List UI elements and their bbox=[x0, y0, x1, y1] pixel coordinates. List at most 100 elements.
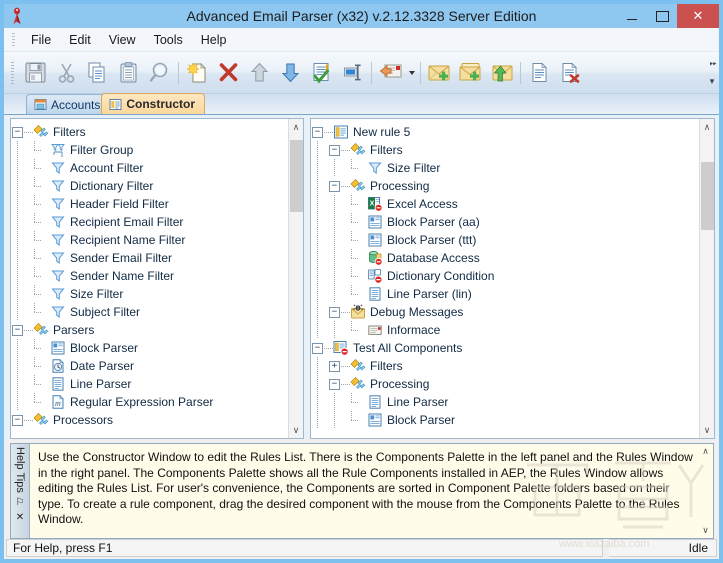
collapse-toggle-icon[interactable]: − bbox=[11, 411, 24, 429]
palette-scroll-up-button[interactable]: ∧ bbox=[290, 120, 303, 134]
tree-item[interactable]: − Filters bbox=[11, 123, 288, 141]
copy-icon[interactable] bbox=[82, 57, 113, 89]
tree-item[interactable]: Dictionary Condition bbox=[311, 267, 699, 285]
collapse-toggle-icon[interactable]: − bbox=[311, 123, 324, 141]
rules-scroll-up-button[interactable]: ∧ bbox=[701, 120, 714, 134]
tree-connector bbox=[28, 177, 41, 195]
rules-vertical-scrollbar[interactable]: ∧ ∨ bbox=[699, 119, 714, 438]
find-icon[interactable] bbox=[144, 57, 175, 89]
reply-mail-icon[interactable] bbox=[375, 57, 406, 89]
reply-dropdown-caret-icon[interactable] bbox=[406, 57, 417, 89]
help-scroll-up-button[interactable]: ∧ bbox=[702, 446, 709, 457]
tree-item[interactable]: Size Filter bbox=[311, 159, 699, 177]
palette-scroll-down-button[interactable]: ∨ bbox=[290, 423, 303, 437]
tree-item[interactable]: m Regular Expression Parser bbox=[11, 393, 288, 411]
add-mail-folder-icon[interactable] bbox=[455, 57, 486, 89]
tree-item[interactable]: Header Field Filter bbox=[11, 195, 288, 213]
tree-item[interactable]: − Debug Messages bbox=[311, 303, 699, 321]
collapse-toggle-icon[interactable]: − bbox=[328, 141, 341, 159]
tree-item[interactable]: Block Parser (ttt) bbox=[311, 231, 699, 249]
tree-connector bbox=[324, 347, 333, 349]
tree-item[interactable]: − Processors bbox=[11, 411, 288, 429]
tree-indent bbox=[11, 141, 28, 159]
tree-item-label: Filters bbox=[370, 359, 403, 373]
collapse-toggle-icon[interactable]: − bbox=[311, 339, 324, 357]
menu-item-file[interactable]: File bbox=[22, 30, 60, 50]
paste-icon[interactable] bbox=[113, 57, 144, 89]
pin-icon[interactable]: ⚐ bbox=[16, 497, 25, 508]
tree-item[interactable]: Recipient Email Filter bbox=[11, 213, 288, 231]
move-up-icon[interactable] bbox=[244, 57, 275, 89]
tree-item[interactable]: Account Filter bbox=[11, 159, 288, 177]
toolbar-overflow-button[interactable]: ‣‣ ▾ bbox=[705, 56, 719, 90]
minimize-button[interactable] bbox=[617, 4, 647, 28]
delete-icon[interactable] bbox=[213, 57, 244, 89]
tree-indent bbox=[311, 303, 328, 321]
move-down-icon[interactable] bbox=[275, 57, 306, 89]
filter-group-icon bbox=[50, 142, 66, 158]
document-icon[interactable] bbox=[524, 57, 555, 89]
rules-scroll-track[interactable] bbox=[700, 134, 714, 423]
palette-scroll-track[interactable] bbox=[289, 134, 303, 423]
tree-item[interactable]: Sender Name Filter bbox=[11, 267, 288, 285]
components-palette-tree[interactable]: − Filters Filter Group Account Filter Dictio… bbox=[11, 119, 288, 438]
test-document-icon[interactable] bbox=[306, 57, 337, 89]
help-tips-scrollbar[interactable]: ∧ ∨ bbox=[698, 444, 713, 538]
tree-item[interactable]: + Filters bbox=[311, 357, 699, 375]
tree-item[interactable]: − Test All Components bbox=[311, 339, 699, 357]
import-mail-icon[interactable] bbox=[486, 57, 517, 89]
menu-drag-grip[interactable] bbox=[12, 33, 15, 46]
tree-item[interactable]: Date Parser bbox=[11, 357, 288, 375]
cut-icon[interactable] bbox=[51, 57, 82, 89]
rules-scroll-down-button[interactable]: ∨ bbox=[701, 423, 714, 437]
collapse-toggle-icon[interactable]: − bbox=[11, 123, 24, 141]
save-icon[interactable] bbox=[20, 57, 51, 89]
palette-scroll-thumb[interactable] bbox=[289, 140, 303, 212]
tree-item[interactable]: − Parsers bbox=[11, 321, 288, 339]
tree-item[interactable]: Recipient Name Filter bbox=[11, 231, 288, 249]
tree-item[interactable]: Block Parser (aa) bbox=[311, 213, 699, 231]
tree-item[interactable]: Block Parser bbox=[311, 411, 699, 429]
tree-item[interactable]: Line Parser bbox=[11, 375, 288, 393]
rename-icon[interactable] bbox=[337, 57, 368, 89]
add-mail-icon[interactable] bbox=[424, 57, 455, 89]
collapse-toggle-icon[interactable]: − bbox=[11, 321, 24, 339]
toolbar-drag-grip[interactable] bbox=[11, 61, 14, 84]
tree-item[interactable]: Sender Email Filter bbox=[11, 249, 288, 267]
tree-item[interactable]: Size Filter bbox=[11, 285, 288, 303]
close-icon[interactable]: ✕ bbox=[16, 512, 24, 523]
tab-constructor-label: Constructor bbox=[126, 97, 196, 111]
tab-constructor[interactable]: Constructor bbox=[101, 93, 206, 114]
menu-item-edit[interactable]: Edit bbox=[60, 30, 100, 50]
new-document-icon[interactable] bbox=[182, 57, 213, 89]
menu-item-view[interactable]: View bbox=[100, 30, 145, 50]
tab-accounts[interactable]: Accounts bbox=[26, 94, 111, 114]
tree-item[interactable]: − New rule 5 bbox=[311, 123, 699, 141]
tree-item[interactable]: Block Parser bbox=[11, 339, 288, 357]
tree-item[interactable]: X Excel Access bbox=[311, 195, 699, 213]
tree-item-label: Block Parser (aa) bbox=[387, 215, 480, 229]
tree-item[interactable]: − Filters bbox=[311, 141, 699, 159]
tree-item[interactable]: Subject Filter bbox=[11, 303, 288, 321]
expand-toggle-icon[interactable]: + bbox=[328, 357, 341, 375]
tree-item[interactable]: Dictionary Filter bbox=[11, 177, 288, 195]
tree-item[interactable]: Line Parser bbox=[311, 393, 699, 411]
collapse-toggle-icon[interactable]: − bbox=[328, 177, 341, 195]
tree-item[interactable]: Filter Group bbox=[11, 141, 288, 159]
delete-document-icon[interactable] bbox=[555, 57, 586, 89]
help-scroll-down-button[interactable]: ∨ bbox=[702, 525, 709, 536]
tree-item[interactable]: Informace bbox=[311, 321, 699, 339]
menu-item-help[interactable]: Help bbox=[192, 30, 236, 50]
tree-item[interactable]: − Processing bbox=[311, 375, 699, 393]
maximize-button[interactable] bbox=[647, 4, 677, 28]
collapse-toggle-icon[interactable]: − bbox=[328, 303, 341, 321]
tree-item[interactable]: Database Access bbox=[311, 249, 699, 267]
tree-item[interactable]: − Processing bbox=[311, 177, 699, 195]
menu-item-tools[interactable]: Tools bbox=[145, 30, 192, 50]
rules-window-tree[interactable]: − New rule 5− Filters Size Filter − Processin… bbox=[311, 119, 699, 438]
palette-vertical-scrollbar[interactable]: ∧ ∨ bbox=[288, 119, 303, 438]
tree-item[interactable]: Line Parser (lin) bbox=[311, 285, 699, 303]
rules-scroll-thumb[interactable] bbox=[700, 162, 714, 230]
collapse-toggle-icon[interactable]: − bbox=[328, 375, 341, 393]
close-button[interactable]: ✕ bbox=[677, 4, 719, 28]
